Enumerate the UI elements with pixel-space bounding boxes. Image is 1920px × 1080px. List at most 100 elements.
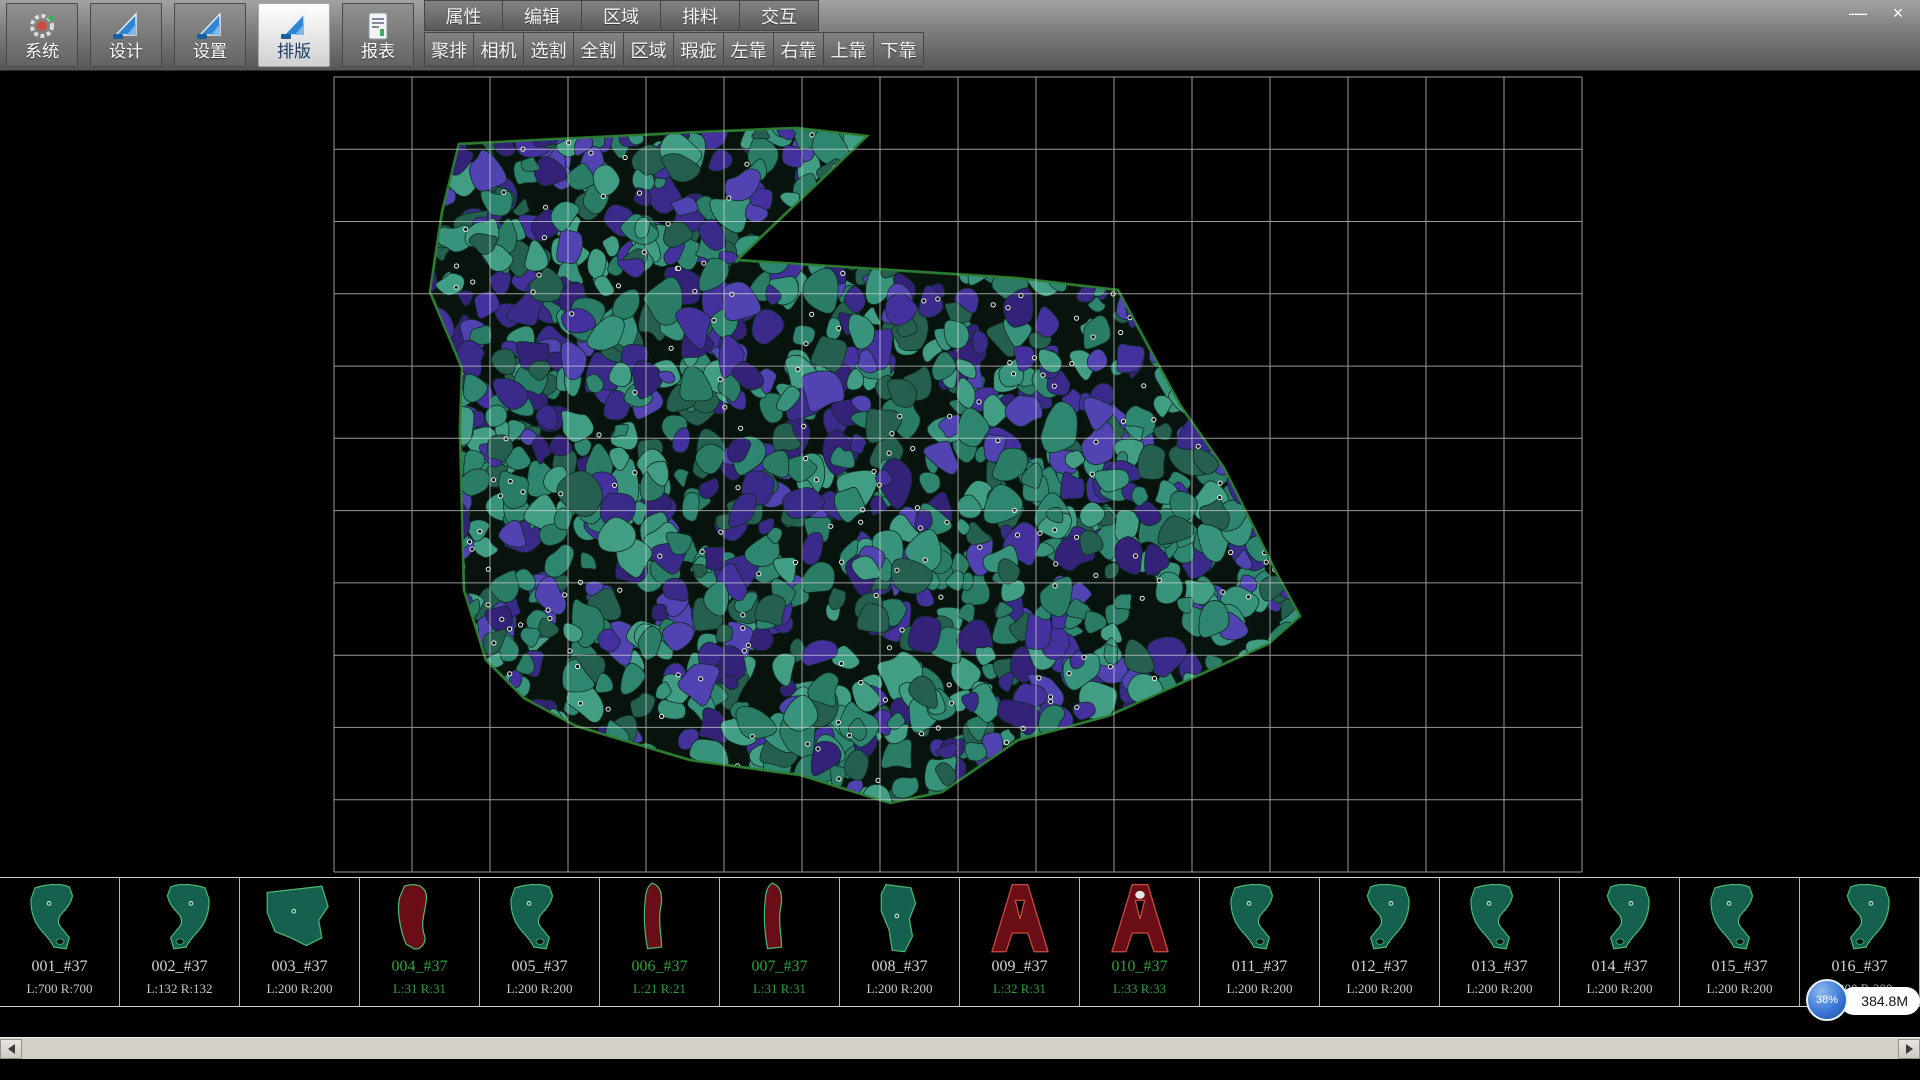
menu-snap-top-button[interactable]: 上靠 bbox=[824, 32, 874, 67]
piece-shape bbox=[1338, 880, 1422, 958]
piece-thumbnail-strip: 001_#37 L:700 R:700 002_#37 L:132 R:132 … bbox=[0, 877, 1920, 1007]
nav-label: 报表 bbox=[361, 43, 395, 61]
menu-label: 选割 bbox=[531, 37, 567, 63]
nesting-canvas[interactable] bbox=[0, 71, 1920, 877]
piece-thumbnail[interactable]: 014_#37 L:200 R:200 bbox=[1560, 878, 1680, 1006]
piece-id: 003_#37 bbox=[272, 958, 328, 976]
piece-lr-counts: L:31 R:31 bbox=[393, 982, 446, 996]
menu-label: 编辑 bbox=[524, 3, 560, 29]
right-arrow-icon bbox=[1906, 1044, 1913, 1054]
left-arrow-icon bbox=[8, 1044, 15, 1054]
piece-thumbnail[interactable]: 002_#37 L:132 R:132 bbox=[120, 878, 240, 1006]
menu-row-bottom: 聚排 相机 选割 全割 区域 瑕疵 左靠 右靠 上靠 下靠 bbox=[424, 31, 924, 67]
nesting-layout-svg bbox=[0, 71, 1920, 877]
piece-shape bbox=[1578, 880, 1662, 958]
menu-cut-all-button[interactable]: 全割 bbox=[574, 32, 624, 67]
piece-thumbnail[interactable]: 010_#37 L:33 R:33 bbox=[1080, 878, 1200, 1006]
piece-lr-counts: L:700 R:700 bbox=[26, 982, 92, 996]
piece-shape bbox=[138, 880, 222, 958]
piece-id: 002_#37 bbox=[152, 958, 208, 976]
menu-label: 右靠 bbox=[781, 37, 817, 63]
top-toolbar: 系统 设计 设置 排版 报表 属性 编辑 区域 排料 交互 聚排 相机 选割 全… bbox=[0, 0, 1920, 71]
piece-id: 015_#37 bbox=[1712, 958, 1768, 976]
memory-usage: 384.8M bbox=[1840, 987, 1920, 1015]
piece-id: 011_#37 bbox=[1232, 958, 1287, 976]
nav-layout-button[interactable]: 排版 bbox=[258, 3, 330, 67]
minimize-button[interactable]: — bbox=[1846, 2, 1870, 24]
menu-bars: 属性 编辑 区域 排料 交互 聚排 相机 选割 全割 区域 瑕疵 左靠 右靠 上… bbox=[424, 0, 924, 67]
menu-label: 下靠 bbox=[881, 37, 917, 63]
close-button[interactable]: × bbox=[1886, 2, 1910, 24]
piece-thumbnail[interactable]: 012_#37 L:200 R:200 bbox=[1320, 878, 1440, 1006]
piece-thumbnail[interactable]: 009_#37 L:32 R:31 bbox=[960, 878, 1080, 1006]
nav-system-button[interactable]: 系统 bbox=[6, 3, 78, 67]
piece-id: 010_#37 bbox=[1112, 958, 1168, 976]
menu-nesting-button[interactable]: 排料 bbox=[661, 0, 740, 31]
piece-shape bbox=[258, 880, 342, 958]
settings-icon bbox=[194, 10, 226, 42]
piece-lr-counts: L:200 R:200 bbox=[1466, 982, 1532, 996]
menu-snap-right-button[interactable]: 右靠 bbox=[774, 32, 824, 67]
menu-label: 上靠 bbox=[831, 37, 867, 63]
piece-thumbnail[interactable]: 015_#37 L:200 R:200 bbox=[1680, 878, 1800, 1006]
piece-lr-counts: L:200 R:200 bbox=[1706, 982, 1772, 996]
menu-area-button[interactable]: 区域 bbox=[624, 32, 674, 67]
report-icon bbox=[362, 10, 394, 42]
piece-thumbnail[interactable]: 007_#37 L:31 R:31 bbox=[720, 878, 840, 1006]
piece-shape bbox=[978, 880, 1062, 958]
piece-id: 004_#37 bbox=[392, 958, 448, 976]
scroll-right-button[interactable] bbox=[1898, 1039, 1920, 1059]
menu-snap-bottom-button[interactable]: 下靠 bbox=[874, 32, 924, 67]
piece-shape bbox=[1098, 880, 1182, 958]
menu-label: 聚排 bbox=[431, 37, 467, 63]
menu-properties-button[interactable]: 属性 bbox=[424, 0, 503, 31]
piece-thumbnail[interactable]: 013_#37 L:200 R:200 bbox=[1440, 878, 1560, 1006]
menu-interaction-button[interactable]: 交互 bbox=[740, 0, 819, 31]
menu-defect-button[interactable]: 瑕疵 bbox=[674, 32, 724, 67]
menu-cluster-nest-button[interactable]: 聚排 bbox=[424, 32, 474, 67]
piece-id: 014_#37 bbox=[1592, 958, 1648, 976]
piece-shape bbox=[1818, 880, 1902, 958]
piece-id: 007_#37 bbox=[752, 958, 808, 976]
menu-label: 区域 bbox=[603, 3, 639, 29]
piece-lr-counts: L:33 R:33 bbox=[1113, 982, 1166, 996]
piece-thumbnail[interactable]: 011_#37 L:200 R:200 bbox=[1200, 878, 1320, 1006]
memory-widget: 384.8M 38% bbox=[1806, 979, 1920, 1023]
piece-shape bbox=[18, 880, 102, 958]
piece-shape bbox=[378, 880, 462, 958]
window-controls: — × bbox=[1846, 2, 1910, 24]
menu-region-button[interactable]: 区域 bbox=[582, 0, 661, 31]
nav-settings-button[interactable]: 设置 bbox=[174, 3, 246, 67]
piece-lr-counts: L:31 R:31 bbox=[753, 982, 806, 996]
piece-thumbnail[interactable]: 008_#37 L:200 R:200 bbox=[840, 878, 960, 1006]
piece-thumbnail[interactable]: 003_#37 L:200 R:200 bbox=[240, 878, 360, 1006]
menu-label: 交互 bbox=[761, 3, 797, 29]
scroll-left-button[interactable] bbox=[0, 1039, 22, 1059]
piece-shape bbox=[738, 880, 822, 958]
piece-thumbnail[interactable]: 004_#37 L:31 R:31 bbox=[360, 878, 480, 1006]
menu-label: 左靠 bbox=[731, 37, 767, 63]
nav-report-button[interactable]: 报表 bbox=[342, 3, 414, 67]
piece-thumbnail[interactable]: 006_#37 L:21 R:21 bbox=[600, 878, 720, 1006]
nav-label: 设计 bbox=[109, 43, 143, 61]
piece-thumbnail[interactable]: 005_#37 L:200 R:200 bbox=[480, 878, 600, 1006]
memory-percent-ball[interactable]: 38% bbox=[1806, 979, 1848, 1021]
piece-shape bbox=[498, 880, 582, 958]
menu-select-cut-button[interactable]: 选割 bbox=[524, 32, 574, 67]
horizontal-scrollbar[interactable] bbox=[0, 1037, 1920, 1059]
piece-id: 016_#37 bbox=[1832, 958, 1888, 976]
menu-edit-button[interactable]: 编辑 bbox=[503, 0, 582, 31]
piece-lr-counts: L:32 R:31 bbox=[993, 982, 1046, 996]
menu-label: 区域 bbox=[631, 37, 667, 63]
piece-lr-counts: L:200 R:200 bbox=[506, 982, 572, 996]
piece-shape bbox=[1458, 880, 1542, 958]
piece-shape bbox=[618, 880, 702, 958]
menu-snap-left-button[interactable]: 左靠 bbox=[724, 32, 774, 67]
piece-id: 012_#37 bbox=[1352, 958, 1408, 976]
menu-label: 全割 bbox=[581, 37, 617, 63]
piece-thumbnail[interactable]: 001_#37 L:700 R:700 bbox=[0, 878, 120, 1006]
menu-camera-button[interactable]: 相机 bbox=[474, 32, 524, 67]
nav-design-button[interactable]: 设计 bbox=[90, 3, 162, 67]
piece-shape bbox=[1698, 880, 1782, 958]
system-icon bbox=[26, 10, 58, 42]
